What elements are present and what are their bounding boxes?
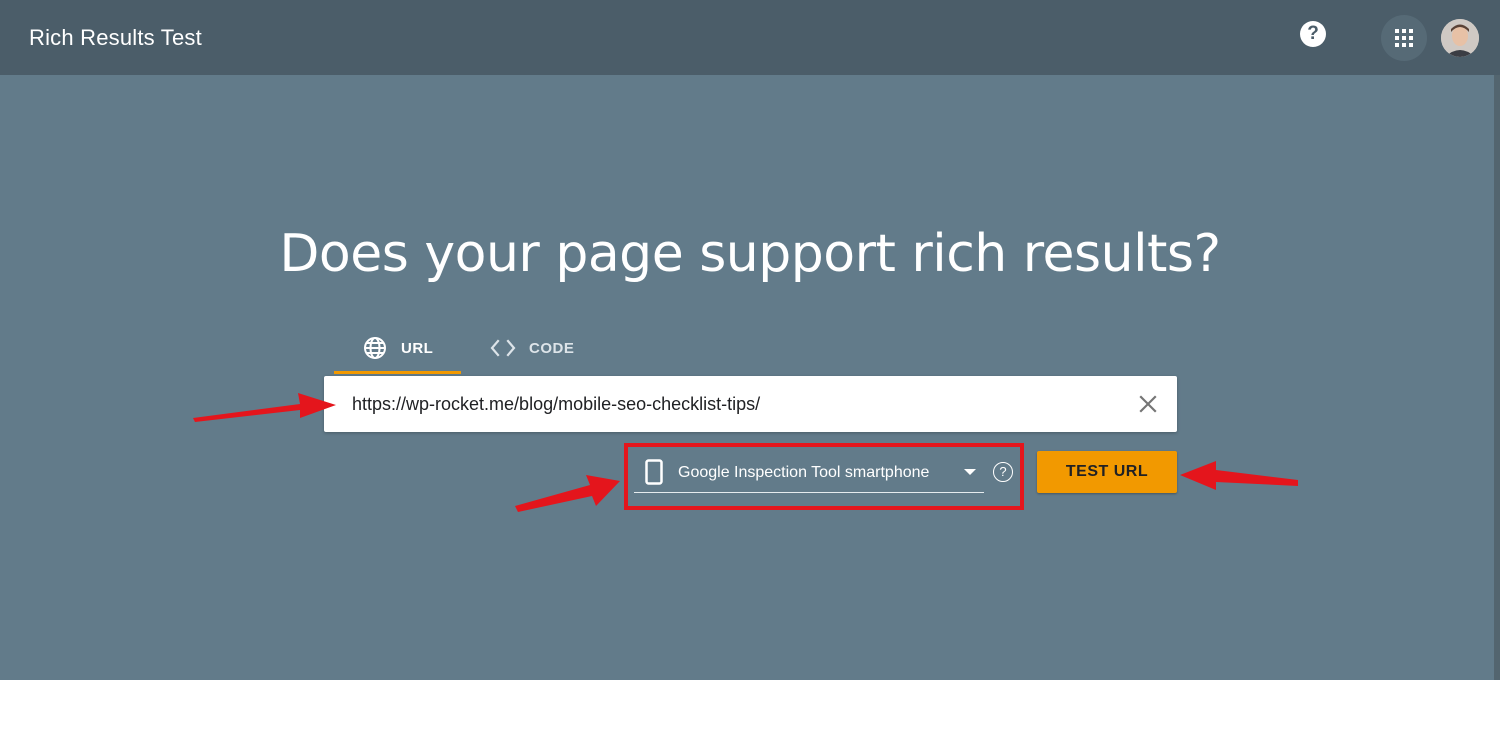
device-select-value: Google Inspection Tool smartphone xyxy=(678,464,930,481)
device-select[interactable]: Google Inspection Tool smartphone xyxy=(634,450,984,493)
device-help-icon[interactable]: ? xyxy=(993,462,1013,482)
top-app-bar: Rich Results Test ? xyxy=(0,0,1500,75)
page-headline: Does your page support rich results? xyxy=(279,224,1221,284)
smartphone-icon xyxy=(645,459,663,485)
tab-url-label: URL xyxy=(401,340,434,357)
url-field xyxy=(324,376,1177,432)
app-title[interactable]: Rich Results Test xyxy=(29,25,202,51)
url-input[interactable] xyxy=(352,390,1112,418)
apps-grid-icon xyxy=(1395,29,1413,47)
avatar[interactable] xyxy=(1441,19,1479,57)
close-icon[interactable] xyxy=(1137,393,1159,415)
help-icon[interactable]: ? xyxy=(1300,21,1326,47)
test-url-button[interactable]: TEST URL xyxy=(1037,451,1177,493)
annotation-arrow-test xyxy=(1180,461,1298,490)
annotation-arrow-device xyxy=(515,475,620,512)
apps-grid-button[interactable] xyxy=(1381,15,1427,61)
code-brackets-icon xyxy=(490,339,516,357)
scrollbar[interactable] xyxy=(1494,75,1500,680)
annotation-arrow-url xyxy=(193,393,336,422)
tab-code[interactable]: CODE xyxy=(489,324,609,374)
chevron-down-icon xyxy=(964,469,976,475)
globe-icon xyxy=(364,337,386,359)
tab-selected-indicator xyxy=(334,371,461,374)
tab-code-label: CODE xyxy=(529,340,575,357)
avatar-image xyxy=(1441,19,1479,57)
tab-url[interactable]: URL xyxy=(334,324,461,374)
